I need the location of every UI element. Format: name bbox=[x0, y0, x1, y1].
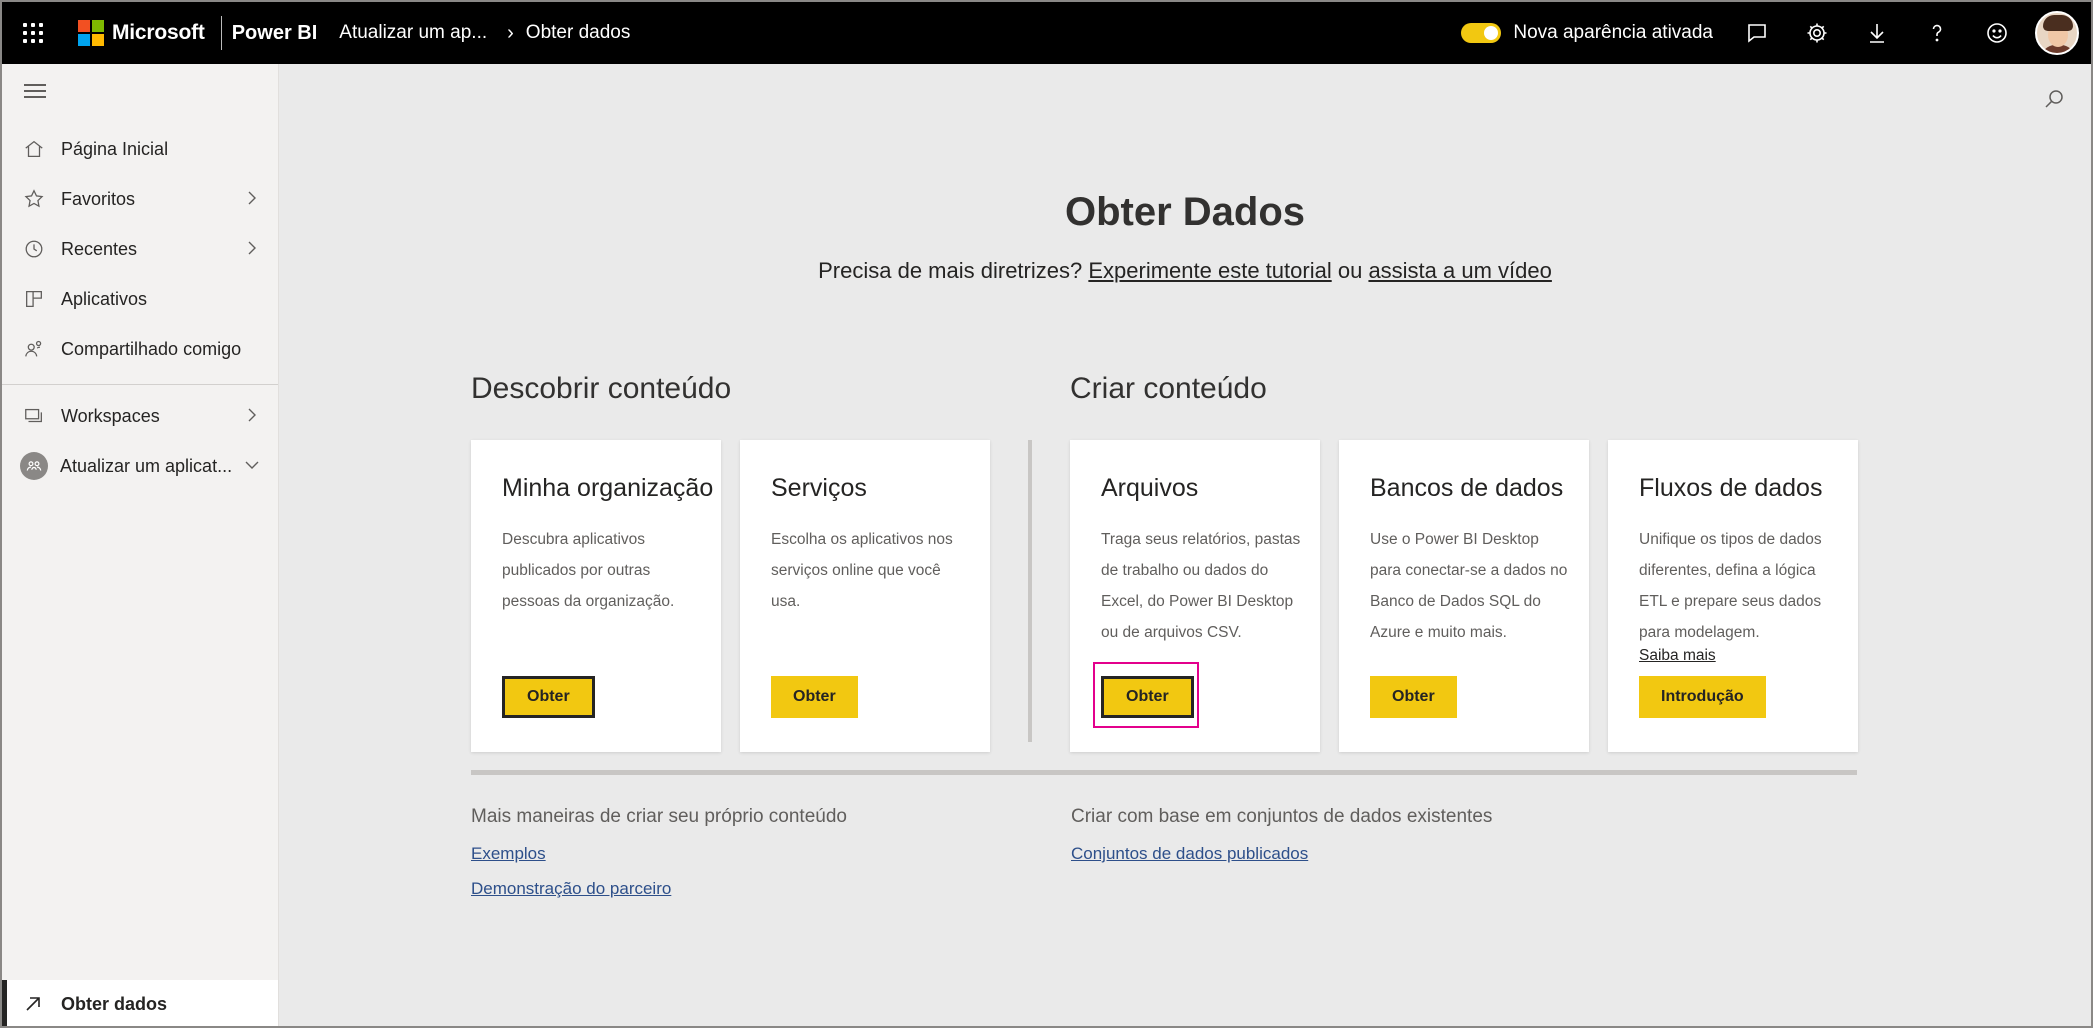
video-link[interactable]: assista a um vídeo bbox=[1368, 258, 1551, 283]
create-heading: Criar conteúdo bbox=[1070, 372, 1267, 405]
card-title: Serviços bbox=[771, 474, 867, 502]
card-description: Unifique os tipos de dados diferentes, d… bbox=[1639, 524, 1839, 666]
brand-divider bbox=[220, 16, 222, 50]
arrow-up-right-icon bbox=[26, 997, 40, 1011]
chevron-right-icon bbox=[248, 241, 256, 255]
card-description: Traga seus relatórios, pastas de trabalh… bbox=[1101, 531, 1301, 641]
chevron-right-icon bbox=[248, 191, 256, 205]
card-description: Use o Power BI Desktop para conectar-se … bbox=[1370, 531, 1568, 641]
card-description: Escolha os aplicativos nos serviços onli… bbox=[771, 531, 953, 610]
clock-icon bbox=[22, 237, 46, 261]
smiley-icon[interactable] bbox=[1967, 2, 2027, 64]
app-launcher-icon[interactable] bbox=[2, 2, 64, 64]
learn-more-link[interactable]: Saiba mais bbox=[1639, 646, 1839, 666]
sidebar-item-label: Workspaces bbox=[61, 405, 160, 426]
card-title: Fluxos de dados bbox=[1639, 474, 1823, 502]
gear-icon[interactable] bbox=[1787, 2, 1847, 64]
sidebar-item-label: Aplicativos bbox=[61, 288, 148, 309]
samples-link[interactable]: Exemplos bbox=[471, 844, 546, 864]
sidebar-item-favorites[interactable]: Favoritos bbox=[2, 174, 278, 224]
sidebar-item-label: Obter dados bbox=[61, 993, 168, 1014]
card-services: Serviços Escolha os aplicativos nos serv… bbox=[740, 440, 990, 752]
apps-icon bbox=[22, 287, 46, 311]
sidebar-divider bbox=[2, 384, 278, 385]
card-description-text: Unifique os tipos de dados diferentes, d… bbox=[1639, 531, 1822, 641]
sidebar-item-get-data[interactable]: Obter dados bbox=[2, 980, 278, 1026]
get-button[interactable]: Obter bbox=[1370, 676, 1457, 718]
new-look-label: Nova aparência ativada bbox=[1513, 22, 1713, 43]
existing-datasets-heading: Criar com base em conjuntos de dados exi… bbox=[1071, 806, 1493, 827]
sidebar-item-shared[interactable]: Compartilhado comigo bbox=[2, 324, 278, 374]
sidebar-nav: Página Inicial Favoritos Recentes Aplica… bbox=[2, 124, 278, 491]
sidebar-item-label: Página Inicial bbox=[61, 138, 169, 159]
download-icon[interactable] bbox=[1847, 2, 1907, 64]
card-description: Descubra aplicativos publicados por outr… bbox=[502, 531, 675, 610]
chevron-right-icon bbox=[248, 408, 256, 422]
chevron-down-icon bbox=[245, 461, 259, 469]
workspaces-icon bbox=[22, 404, 46, 428]
sidebar-item-home[interactable]: Página Inicial bbox=[2, 124, 278, 174]
shared-icon bbox=[22, 337, 46, 361]
sidebar-item-label: Favoritos bbox=[61, 188, 136, 209]
sidebar-item-workspaces[interactable]: Workspaces bbox=[2, 391, 278, 441]
subtitle-prefix: Precisa de mais diretrizes? bbox=[818, 258, 1083, 283]
sidebar: Página Inicial Favoritos Recentes Aplica… bbox=[2, 64, 279, 1026]
star-icon bbox=[22, 187, 46, 211]
card-title: Bancos de dados bbox=[1370, 474, 1564, 502]
search-icon[interactable] bbox=[2043, 88, 2065, 110]
partner-demo-link[interactable]: Demonstração do parceiro bbox=[471, 879, 671, 899]
get-started-button[interactable]: Introdução bbox=[1639, 676, 1766, 718]
page-title: Obter Dados bbox=[1064, 190, 1306, 234]
workspace-avatar-icon bbox=[20, 452, 48, 480]
top-bar: Microsoft Power BI Atualizar um ap... › … bbox=[2, 2, 2091, 64]
card-my-organization: Minha organização Descubra aplicativos p… bbox=[471, 440, 721, 752]
home-icon bbox=[22, 137, 46, 161]
discover-heading: Descobrir conteúdo bbox=[471, 372, 732, 405]
main-content: Obter Dados Precisa de mais diretrizes? … bbox=[279, 64, 2091, 1026]
breadcrumb-workspace[interactable]: Atualizar um ap... bbox=[339, 22, 487, 44]
get-button[interactable]: Obter bbox=[502, 676, 595, 718]
get-button[interactable]: Obter bbox=[1101, 676, 1194, 718]
tutorial-link[interactable]: Experimente este tutorial bbox=[1088, 258, 1331, 283]
card-title: Arquivos bbox=[1101, 474, 1199, 502]
sidebar-item-label: Compartilhado comigo bbox=[61, 338, 242, 359]
horizontal-divider bbox=[471, 770, 1857, 775]
sidebar-item-label: Atualizar um aplicat... bbox=[60, 455, 233, 476]
help-icon[interactable] bbox=[1907, 2, 1967, 64]
avatar[interactable] bbox=[2035, 11, 2079, 55]
sidebar-item-apps[interactable]: Aplicativos bbox=[2, 274, 278, 324]
app-window: Microsoft Power BI Atualizar um ap... › … bbox=[0, 0, 2093, 1028]
card-dataflows: Fluxos de dados Unifique os tipos de dad… bbox=[1608, 440, 1858, 752]
breadcrumb-current: Obter dados bbox=[525, 22, 631, 43]
microsoft-logo[interactable]: Microsoft bbox=[78, 20, 205, 46]
chat-icon[interactable] bbox=[1727, 2, 1787, 64]
sidebar-item-recents[interactable]: Recentes bbox=[2, 224, 278, 274]
product-name[interactable]: Power BI bbox=[232, 22, 318, 45]
sidebar-item-current-workspace[interactable]: Atualizar um aplicat... bbox=[2, 441, 278, 491]
hamburger-icon[interactable] bbox=[24, 84, 46, 102]
card-files: Arquivos Traga seus relatórios, pastas d… bbox=[1070, 440, 1320, 752]
card-title: Minha organização bbox=[502, 474, 714, 502]
published-datasets-link[interactable]: Conjuntos de dados publicados bbox=[1071, 844, 1308, 864]
section-divider bbox=[1028, 440, 1032, 742]
new-look-toggle[interactable] bbox=[1461, 23, 1502, 43]
subtitle-mid: ou bbox=[1337, 258, 1363, 283]
brand-name: Microsoft bbox=[112, 21, 205, 44]
page-subtitle: Precisa de mais diretrizes? Experimente … bbox=[279, 258, 2091, 284]
breadcrumb-chevron-icon: › bbox=[507, 21, 514, 44]
get-button[interactable]: Obter bbox=[771, 676, 858, 718]
microsoft-logo-icon bbox=[78, 20, 104, 46]
card-databases: Bancos de dados Use o Power BI Desktop p… bbox=[1339, 440, 1589, 752]
more-ways-heading: Mais maneiras de criar seu próprio conte… bbox=[471, 806, 847, 827]
sidebar-item-label: Recentes bbox=[61, 238, 138, 259]
